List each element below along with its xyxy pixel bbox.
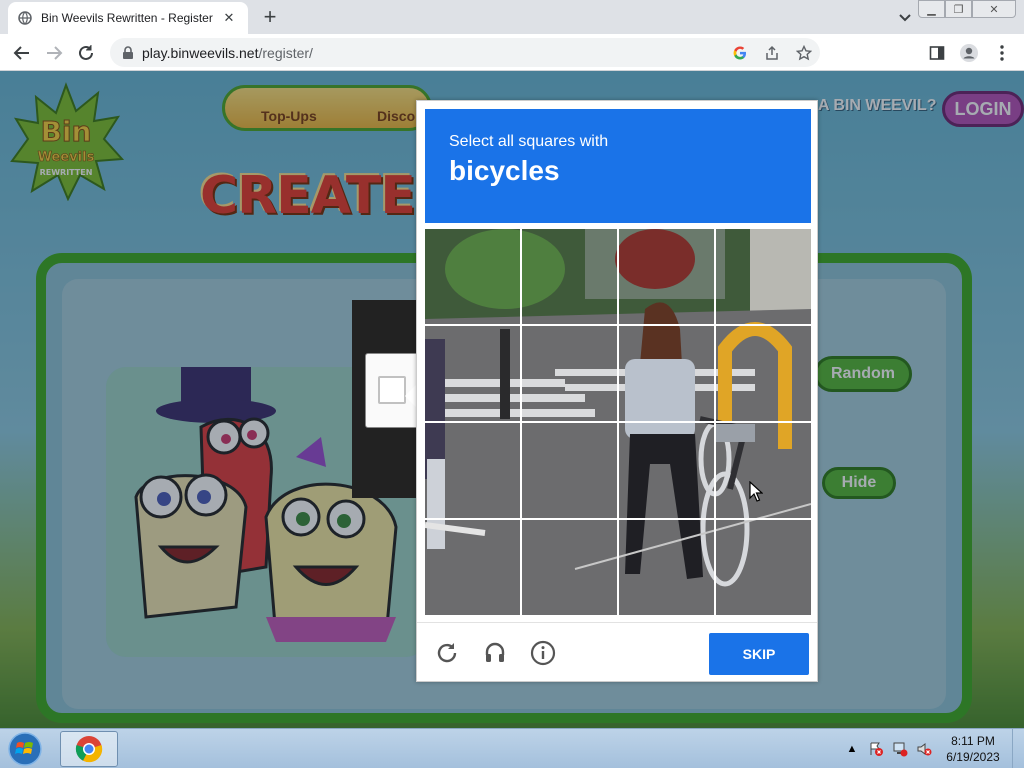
tray-expand-icon[interactable]: ▲: [840, 743, 864, 755]
new-tab-icon[interactable]: +: [258, 4, 282, 29]
window-close-icon[interactable]: ✕: [972, 0, 1016, 18]
captcha-tile-grid: [425, 229, 811, 615]
browser-tab-bar: Bin Weevils Rewritten - Register ✕ + ▁ ❐…: [0, 0, 1024, 34]
reload-icon[interactable]: [73, 40, 99, 66]
taskbar-chrome-button[interactable]: [60, 731, 118, 767]
share-icon[interactable]: [756, 45, 788, 61]
restore-icon[interactable]: ❐: [945, 0, 972, 18]
google-g-icon[interactable]: [724, 45, 756, 61]
menu-dots-icon[interactable]: [989, 40, 1015, 66]
challenge-pointer: [405, 385, 416, 407]
minimize-icon[interactable]: ▁: [918, 0, 945, 18]
lock-icon: [122, 46, 134, 59]
volume-muted-icon[interactable]: [912, 741, 936, 757]
show-desktop-button[interactable]: [1012, 729, 1024, 768]
chrome-icon: [75, 736, 103, 763]
tab-close-icon[interactable]: ✕: [220, 10, 238, 26]
address-bar[interactable]: play.binweevils.net /register/: [110, 38, 820, 67]
taskbar-clock[interactable]: 8:11 PM 6/19/2023: [940, 733, 1006, 765]
skip-button[interactable]: SKIP: [709, 633, 809, 675]
captcha-tile[interactable]: [619, 520, 714, 615]
captcha-tile[interactable]: [522, 229, 617, 324]
recaptcha-checkbox[interactable]: [378, 376, 406, 404]
info-icon[interactable]: [529, 639, 557, 667]
omnibox-actions: [724, 38, 820, 67]
profile-avatar-icon[interactable]: [956, 40, 982, 66]
tab-title: Bin Weevils Rewritten - Register: [41, 11, 213, 25]
audio-challenge-icon[interactable]: [481, 639, 509, 667]
captcha-target-object: bicycles: [449, 155, 560, 186]
captcha-tile[interactable]: [619, 423, 714, 518]
captcha-tile[interactable]: [716, 326, 811, 421]
captcha-tile[interactable]: [425, 423, 520, 518]
captcha-tile[interactable]: [716, 520, 811, 615]
captcha-tile[interactable]: [619, 229, 714, 324]
globe-icon: [18, 11, 32, 25]
side-panel-icon[interactable]: [924, 40, 950, 66]
captcha-header: Select all squares with bicycles: [425, 109, 811, 223]
system-tray: ▲: [840, 729, 936, 768]
captcha-tile[interactable]: [716, 229, 811, 324]
browser-tab[interactable]: Bin Weevils Rewritten - Register ✕: [8, 2, 248, 34]
tab-search-chevron-icon[interactable]: [896, 8, 914, 26]
captcha-tile[interactable]: [619, 326, 714, 421]
window-controls: ▁ ❐ ✕: [918, 0, 1016, 18]
forward-arrow-icon[interactable]: [41, 40, 67, 66]
browser-toolbar: play.binweevils.net /register/: [0, 34, 1024, 71]
captcha-tile[interactable]: [522, 326, 617, 421]
captcha-footer: SKIP: [417, 622, 817, 682]
captcha-instruction: Select all squares with: [449, 133, 609, 150]
windows-taskbar: ▲ 8:11 PM 6/19/2023: [0, 728, 1024, 768]
network-icon[interactable]: [888, 741, 912, 757]
url-path: /register/: [258, 44, 313, 61]
mouse-cursor-icon: [749, 481, 763, 502]
back-arrow-icon[interactable]: [9, 40, 35, 66]
captcha-tile[interactable]: [425, 520, 520, 615]
captcha-tile[interactable]: [716, 423, 811, 518]
captcha-tile[interactable]: [522, 520, 617, 615]
captcha-tile[interactable]: [522, 423, 617, 518]
captcha-tile[interactable]: [425, 229, 520, 324]
windows-start-icon[interactable]: [4, 730, 46, 768]
clock-time: 8:11 PM: [951, 734, 995, 748]
url-host: play.binweevils.net: [142, 44, 259, 61]
reload-challenge-icon[interactable]: [433, 639, 461, 667]
clock-date: 6/19/2023: [946, 750, 1000, 764]
captcha-tile[interactable]: [425, 326, 520, 421]
captcha-challenge: Select all squares with bicycles SKIP: [416, 100, 818, 682]
bookmark-star-icon[interactable]: [788, 44, 820, 61]
action-center-icon[interactable]: [864, 741, 888, 757]
